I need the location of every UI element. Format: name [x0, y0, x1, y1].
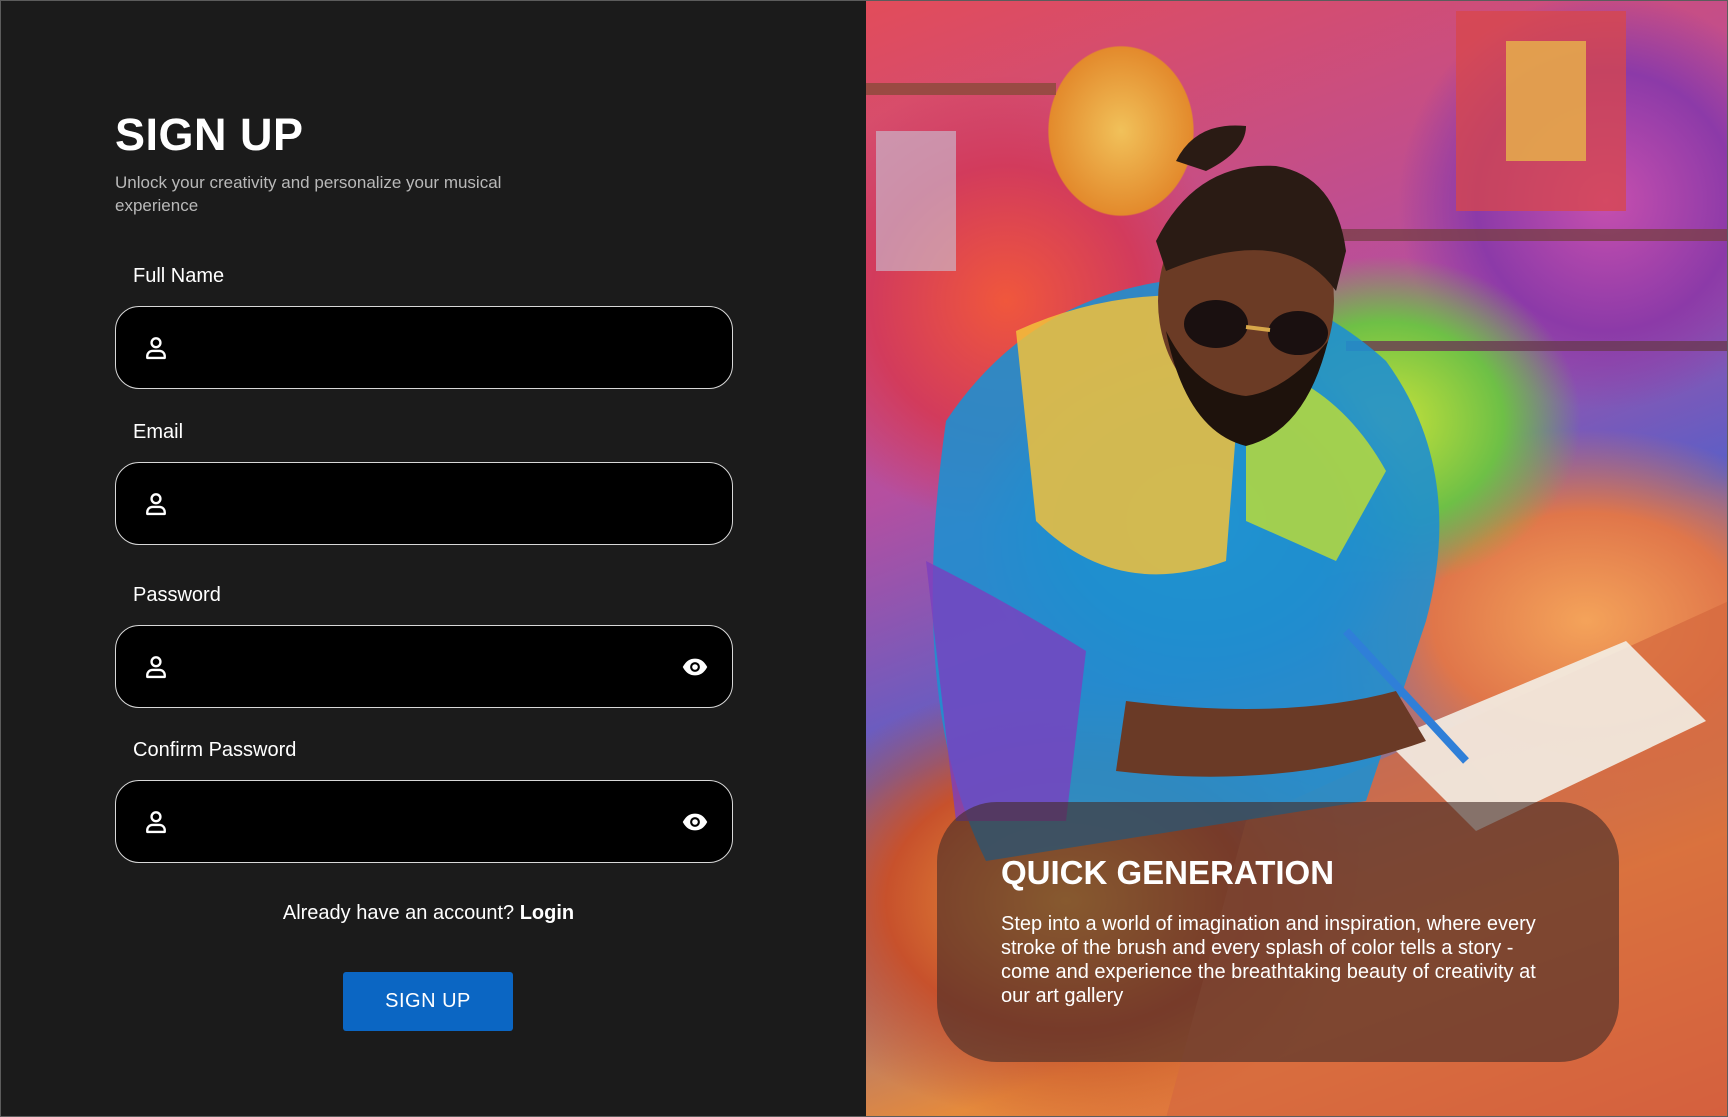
confirm-password-input[interactable] — [186, 781, 656, 862]
card-description: Step into a world of imagination and ins… — [1001, 913, 1536, 1007]
signup-page: SIGN UP Unlock your creativity and perso… — [0, 0, 1728, 1117]
password-field[interactable] — [115, 625, 733, 708]
confirm-password-label: Confirm Password — [133, 739, 297, 761]
person-icon — [146, 493, 166, 516]
confirm-password-field[interactable] — [115, 780, 733, 863]
quick-generation-card: QUICK GENERATION Step into a world of im… — [937, 802, 1619, 1062]
art-panel: QUICK GENERATION Step into a world of im… — [866, 1, 1727, 1116]
page-title: SIGN UP — [115, 109, 304, 160]
login-link[interactable]: Login — [520, 902, 574, 924]
page-subtitle: Unlock your creativity and personalize y… — [115, 173, 502, 215]
eye-icon[interactable] — [681, 653, 709, 681]
password-input[interactable] — [186, 626, 656, 707]
email-label: Email — [133, 421, 184, 443]
login-prompt-text: Already have an account? — [282, 902, 515, 924]
email-field[interactable] — [115, 462, 733, 545]
full-name-input[interactable] — [186, 307, 656, 388]
person-icon — [146, 811, 166, 834]
person-icon — [146, 656, 166, 679]
signup-form-panel: SIGN UP Unlock your creativity and perso… — [1, 1, 866, 1116]
eye-icon[interactable] — [681, 808, 709, 836]
card-title: QUICK GENERATION — [1001, 854, 1335, 891]
password-label: Password — [133, 584, 221, 606]
full-name-field[interactable] — [115, 306, 733, 389]
sign-up-button[interactable]: SIGN UP — [343, 972, 513, 1031]
login-prompt: Already have an account? Login — [1, 902, 856, 925]
person-icon — [146, 337, 166, 360]
full-name-label: Full Name — [133, 265, 225, 287]
email-input[interactable] — [186, 463, 656, 544]
